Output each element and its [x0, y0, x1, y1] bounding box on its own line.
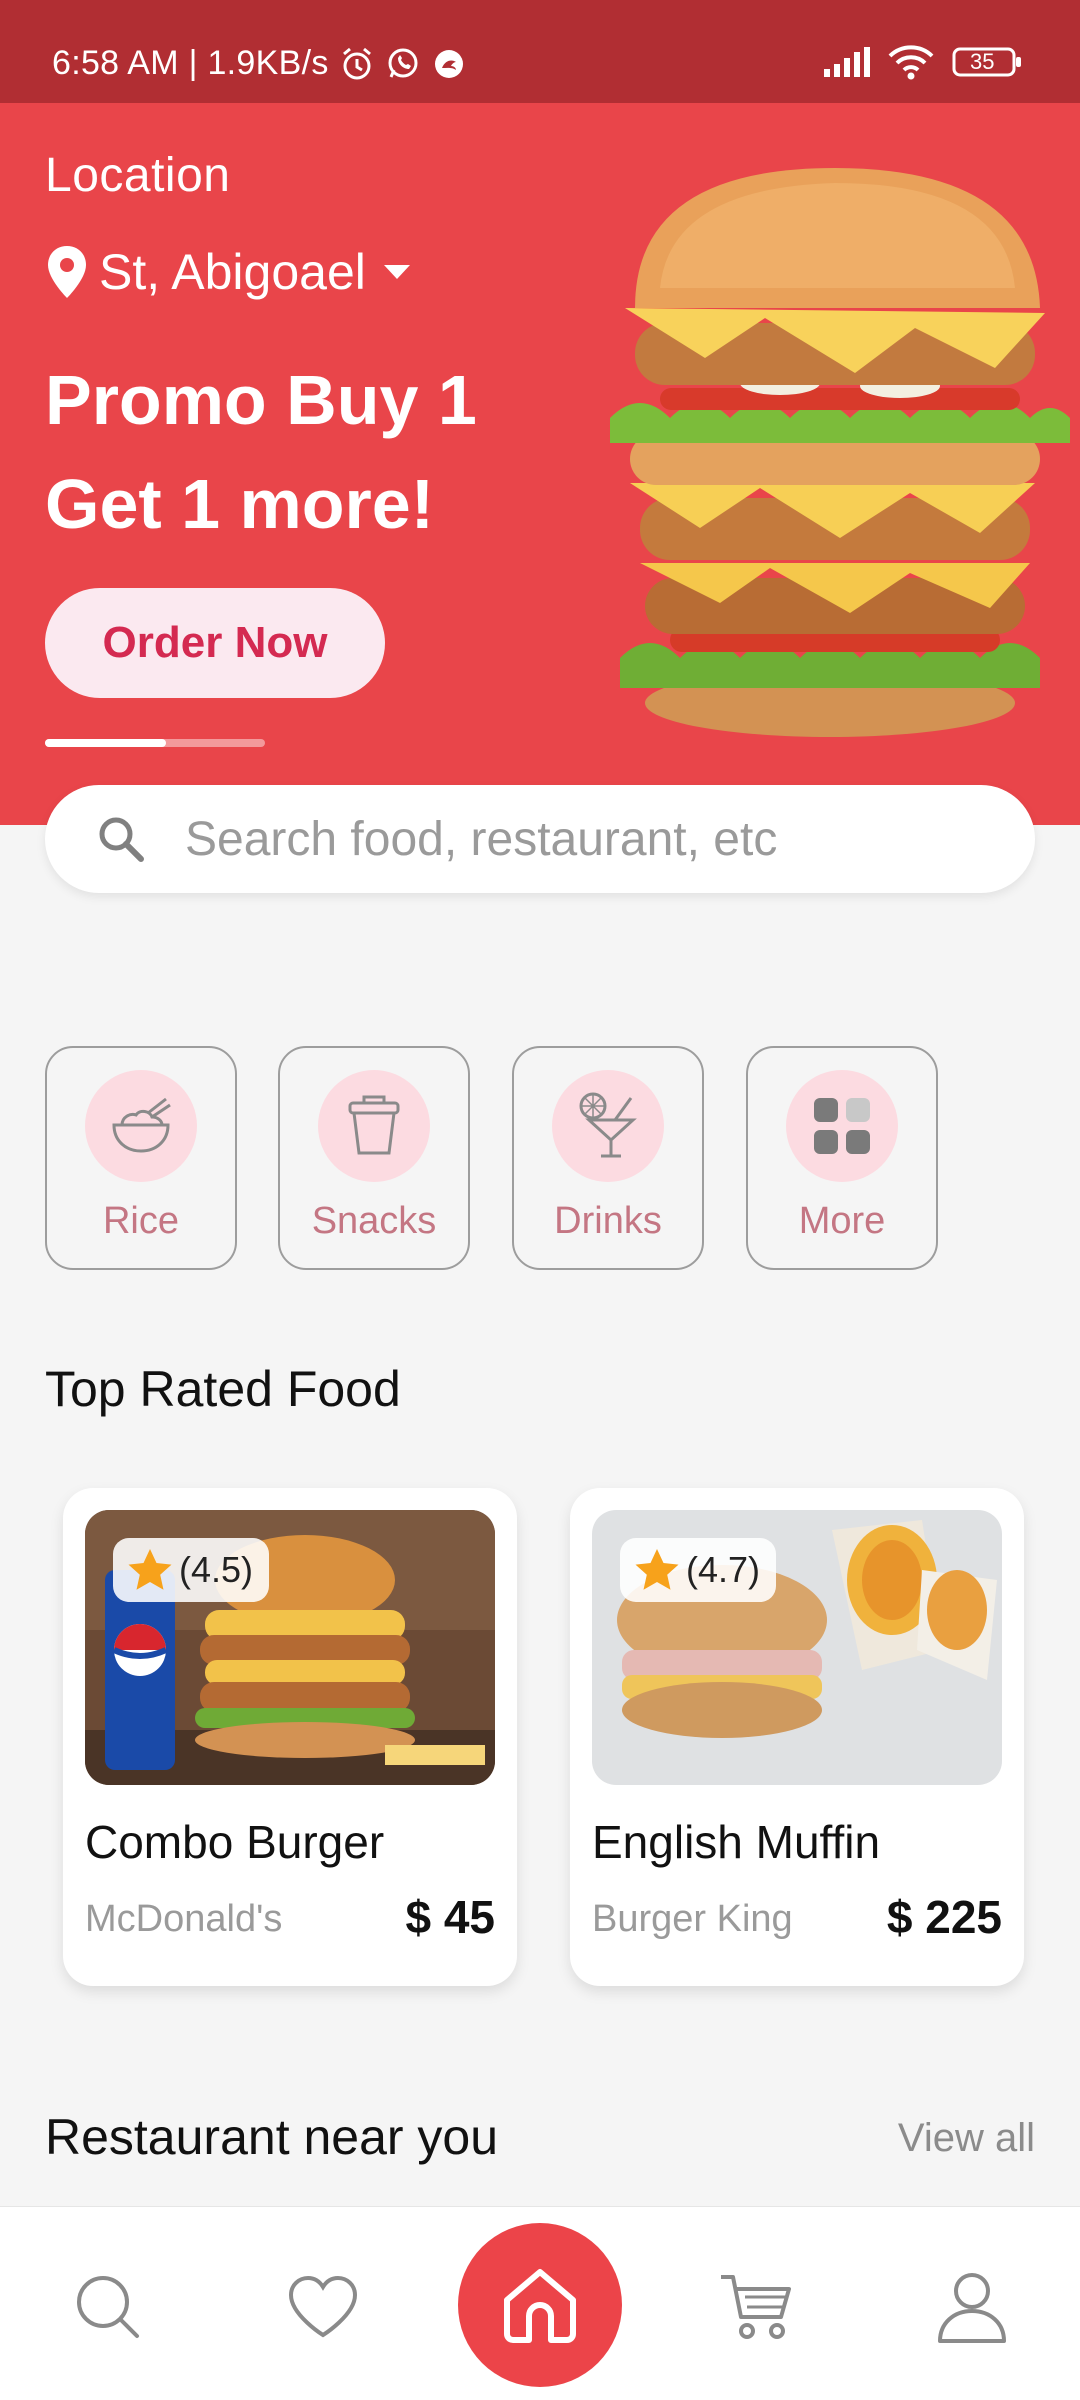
- rating-value: (4.7): [686, 1549, 761, 1590]
- caret-down-icon: [382, 263, 412, 281]
- top-rated-title: Top Rated Food: [45, 1361, 401, 1417]
- status-time: 6:58 AM | 1.9KB/s: [52, 44, 329, 82]
- promo-banner[interactable]: Location St, Abigoael Promo Buy 1 Get 1 …: [0, 103, 1080, 825]
- home-icon: [504, 2269, 576, 2343]
- whatsapp-icon: [385, 46, 421, 82]
- order-now-button[interactable]: Order Now: [45, 588, 385, 698]
- rating-value: (4.5): [179, 1549, 254, 1590]
- food-price: $ 225: [886, 1891, 1002, 1943]
- food-name: Combo Burger: [85, 1816, 385, 1868]
- wifi-icon: [888, 44, 934, 80]
- nav-search[interactable]: [68, 2267, 148, 2347]
- promo-headline: Promo Buy 1 Get 1 more!: [45, 348, 605, 556]
- map-pin-icon: [45, 244, 89, 300]
- food-name: English Muffin: [592, 1816, 881, 1868]
- food-card-english-muffin[interactable]: (4.7) English Muffin Burger King $ 225: [570, 1488, 1024, 1986]
- rating-badge: (4.7): [620, 1538, 777, 1602]
- grid-icon: [814, 1098, 870, 1154]
- star-icon: [635, 1549, 679, 1590]
- promo-line-2: Get 1 more!: [45, 465, 434, 543]
- nav-profile[interactable]: [932, 2267, 1012, 2347]
- rating-badge: (4.5): [113, 1538, 270, 1602]
- search-input[interactable]: Search food, restaurant, etc: [185, 812, 777, 867]
- nav-cart[interactable]: [717, 2267, 797, 2347]
- location-selector[interactable]: St, Abigoael: [45, 243, 412, 301]
- bottom-navigation: [0, 2206, 1080, 2400]
- cup-icon: [348, 1095, 400, 1155]
- category-drinks[interactable]: Drinks: [512, 1046, 704, 1270]
- battery-icon: 35: [952, 46, 1022, 78]
- rice-bowl-icon: [112, 1097, 171, 1153]
- category-label: Snacks: [311, 1200, 437, 1242]
- category-rice[interactable]: Rice: [45, 1046, 237, 1270]
- battery-level: 35: [970, 49, 995, 74]
- search-bar[interactable]: Search food, restaurant, etc: [45, 785, 1035, 893]
- promo-line-1: Promo Buy 1: [45, 361, 477, 439]
- food-restaurant: Burger King: [592, 1898, 793, 1940]
- food-card-combo-burger[interactable]: (4.5) Combo Burger McDonald's $ 45: [63, 1488, 517, 1986]
- search-icon: [95, 813, 147, 865]
- stacked-burger-image: [610, 168, 1070, 737]
- cart-icon: [721, 2275, 791, 2339]
- carousel-indicator-fill: [45, 739, 166, 747]
- category-icon-bg: [552, 1070, 664, 1182]
- star-icon: [128, 1549, 172, 1590]
- food-restaurant: McDonald's: [85, 1898, 283, 1940]
- category-label: Drinks: [554, 1200, 662, 1242]
- category-more[interactable]: More: [746, 1046, 938, 1270]
- category-label: Rice: [102, 1200, 180, 1242]
- status-right: 35: [822, 44, 1022, 80]
- carousel-indicator: [45, 739, 265, 747]
- alarm-icon: [339, 46, 375, 82]
- search-icon: [77, 2276, 139, 2338]
- signal-icon: [822, 47, 870, 77]
- status-bar: 6:58 AM | 1.9KB/s 35: [0, 0, 1080, 103]
- nav-home[interactable]: [458, 2223, 622, 2387]
- location-label: Location: [45, 149, 231, 202]
- category-icon-bg: [318, 1070, 430, 1182]
- category-label: More: [798, 1200, 886, 1242]
- category-snacks[interactable]: Snacks: [278, 1046, 470, 1270]
- profile-icon: [938, 2273, 1006, 2343]
- food-price: $ 45: [405, 1891, 495, 1943]
- location-value: St, Abigoael: [99, 244, 366, 300]
- app-notification-icon: [431, 46, 467, 82]
- status-left: 6:58 AM | 1.9KB/s: [52, 44, 467, 83]
- view-all-link[interactable]: View all: [898, 2116, 1035, 2161]
- nearby-title: Restaurant near you: [45, 2109, 499, 2165]
- cocktail-icon: [579, 1092, 637, 1158]
- heart-icon: [288, 2275, 358, 2338]
- category-icon-bg: [85, 1070, 197, 1182]
- nav-favorites[interactable]: [283, 2267, 363, 2347]
- category-icon-bg: [786, 1070, 898, 1182]
